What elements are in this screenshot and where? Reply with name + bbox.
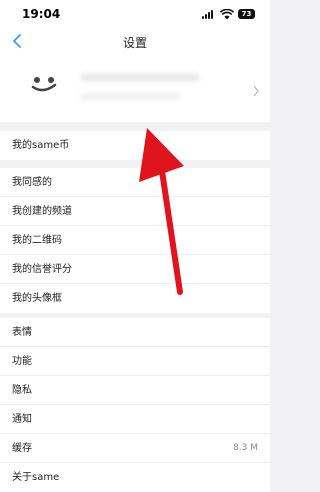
chevron-right-icon <box>253 85 259 97</box>
avatar <box>31 77 57 92</box>
settings-group-coins: 我的same币 <box>0 131 270 160</box>
settings-item-label: 关于same <box>12 472 60 483</box>
settings-item-emoji[interactable]: 表情 <box>0 318 270 347</box>
settings-item-label: 我创建的频道 <box>12 206 72 217</box>
settings-item-label: 隐私 <box>12 385 32 396</box>
settings-item-avatar-frame[interactable]: 我的头像框 <box>0 284 270 313</box>
settings-item-label: 我的头像框 <box>12 293 62 304</box>
settings-item-notifications[interactable]: 通知 <box>0 405 270 434</box>
status-time: 19:04 <box>22 7 61 21</box>
status-bar: 19:04 73 <box>0 0 270 28</box>
settings-item-about[interactable]: 关于same <box>0 463 270 492</box>
settings-item-label: 我的二维码 <box>12 235 62 246</box>
settings-item-cache[interactable]: 缓存 8.3 M <box>0 434 270 463</box>
cache-size-value: 8.3 M <box>233 443 258 453</box>
settings-item-label: 表情 <box>12 327 32 338</box>
blurred-user-id <box>80 93 180 100</box>
settings-item-label: 我的信誉评分 <box>12 264 72 275</box>
cellular-signal-icon <box>202 10 216 19</box>
settings-item-same-coin[interactable]: 我的same币 <box>0 131 270 160</box>
settings-item-liked[interactable]: 我同感的 <box>0 168 270 197</box>
nav-bar: 设置 <box>0 28 270 56</box>
settings-item-label: 通知 <box>12 414 32 425</box>
settings-item-label: 我同感的 <box>12 177 52 188</box>
settings-item-label: 缓存 <box>12 443 32 454</box>
settings-item-qr-code[interactable]: 我的二维码 <box>0 226 270 255</box>
settings-item-credit-score[interactable]: 我的信誉评分 <box>0 255 270 284</box>
settings-item-features[interactable]: 功能 <box>0 347 270 376</box>
battery-icon: 73 <box>238 9 255 19</box>
profile-card[interactable] <box>0 56 270 122</box>
wifi-icon <box>220 9 234 20</box>
blurred-username <box>80 73 200 82</box>
settings-item-privacy[interactable]: 隐私 <box>0 376 270 405</box>
settings-item-my-channels[interactable]: 我创建的频道 <box>0 197 270 226</box>
settings-group-profile: 我同感的 我创建的频道 我的二维码 我的信誉评分 我的头像框 <box>0 168 270 313</box>
settings-group-general: 表情 功能 隐私 通知 缓存 8.3 M 关于same <box>0 318 270 492</box>
page-title: 设置 <box>122 36 147 50</box>
settings-item-label: 我的same币 <box>12 140 70 151</box>
settings-item-label: 功能 <box>12 356 32 367</box>
